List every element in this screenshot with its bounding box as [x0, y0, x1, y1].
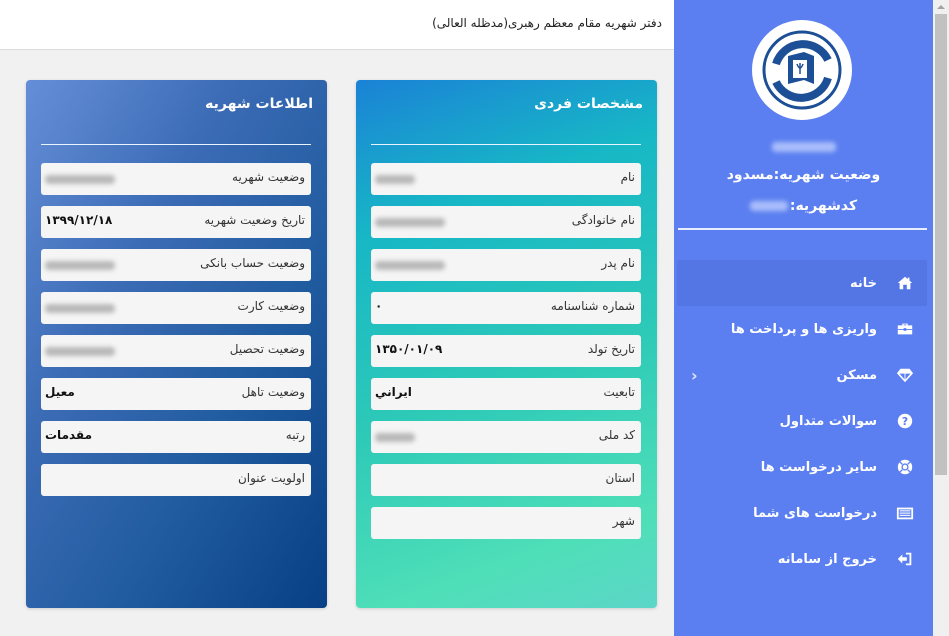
field-value-redacted [45, 175, 115, 184]
field-label: وضعیت حساب بانکی [200, 256, 305, 270]
info-field-row: تاریخ وضعیت شهریه ۱۳۹۹/۱۲/۱۸ [41, 206, 311, 238]
info-field-row: نام خانوادگی [371, 206, 641, 238]
sidebar-item-logout[interactable]: خروج از سامانه [677, 536, 927, 582]
sidebar: وضعیت شهریه:مسدود کدشهریه: خانه واریزی ه… [674, 0, 933, 636]
svg-text:?: ? [902, 415, 908, 428]
sidebar-nav: خانه واریزی ها و پرداخت ها مسکن ‹ ? سوال… [674, 260, 933, 582]
info-field-row: تابعیت ايراني [371, 378, 641, 410]
info-field-row: تاریخ تولد ۱۳۵۰/۰۱/۰۹ [371, 335, 641, 367]
field-value: ۱۳۵۰/۰۱/۰۹ [375, 342, 443, 356]
sidebar-item-label: سایر درخواست ها [760, 459, 877, 475]
field-label: نام خانوادگی [571, 213, 635, 227]
field-value-redacted [375, 218, 445, 227]
info-field-row: اولویت عنوان [41, 464, 311, 496]
home-icon [895, 273, 915, 293]
top-header: دفتر شهریه مقام معظم رهبری(مدظله العالی) [0, 0, 674, 50]
field-value: ۱۳۹۹/۱۲/۱۸ [45, 213, 113, 227]
field-value: ۰ [375, 299, 383, 313]
field-label: نام [620, 170, 635, 184]
sidebar-item-label: سوالات متداول [779, 413, 877, 429]
field-label: وضعیت شهریه [232, 170, 305, 184]
info-field-row: رتبه مقدمات [41, 421, 311, 453]
personal-fields-list: نام نام خانوادگی نام پدر شماره شناسنامه ۰ تار… [371, 163, 641, 550]
card-title: اطلاعات شهریه [205, 96, 313, 112]
scrollbar-thumb[interactable] [935, 14, 947, 475]
info-field-row: وضعیت حساب بانکی [41, 249, 311, 281]
sidebar-item-other-requests[interactable]: سایر درخواست ها [677, 444, 927, 490]
field-label: نام پدر [601, 256, 635, 270]
sidebar-item-home[interactable]: خانه [677, 260, 927, 306]
info-field-row: نام [371, 163, 641, 195]
field-label: وضعیت تحصیل [229, 342, 305, 356]
question-circle-icon: ? [895, 411, 915, 431]
diamond-icon [895, 365, 915, 385]
field-label: استان [605, 471, 635, 485]
info-field-row: کد ملی [371, 421, 641, 453]
sidebar-item-label: واریزی ها و پرداخت ها [730, 321, 877, 337]
user-name [674, 137, 933, 156]
field-label: وضعیت تاهل [241, 385, 305, 399]
sign-out-icon [895, 549, 915, 569]
field-label: شهر [612, 514, 635, 528]
info-field-row: استان [371, 464, 641, 496]
field-label: شماره شناسنامه [550, 299, 635, 313]
info-field-row: وضعیت کارت [41, 292, 311, 324]
user-name-blurred [771, 142, 836, 152]
info-field-row: نام پدر [371, 249, 641, 281]
vertical-scrollbar[interactable] [933, 0, 949, 636]
field-label: تاریخ وضعیت شهریه [204, 213, 305, 227]
field-label: رتبه [285, 428, 305, 442]
card-title: مشخصات فردی [534, 96, 643, 112]
divider [41, 144, 311, 145]
personal-info-card: مشخصات فردی نام نام خانوادگی نام پدر شماره … [356, 80, 657, 608]
org-logo [752, 20, 852, 120]
info-field-row: وضعیت شهریه [41, 163, 311, 195]
field-label: وضعیت کارت [237, 299, 305, 313]
list-icon [895, 503, 915, 523]
tuition-code-value-blurred [749, 201, 788, 211]
sidebar-item-label: خروج از سامانه [777, 551, 877, 567]
field-value-redacted [45, 347, 115, 356]
info-field-row: وضعیت تحصیل [41, 335, 311, 367]
info-field-row: شهر [371, 507, 641, 539]
logo-emblem-icon [762, 30, 842, 110]
tuition-code-line: کدشهریه: [674, 198, 933, 214]
sidebar-item-label: درخواست های شما [753, 505, 877, 521]
scroll-up-arrow-icon[interactable] [933, 0, 949, 13]
divider [371, 144, 641, 145]
sidebar-item-your-requests[interactable]: درخواست های شما [677, 490, 927, 536]
field-value-redacted [45, 304, 115, 313]
tuition-code-label: کدشهریه: [789, 198, 858, 214]
tuition-fields-list: وضعیت شهریه تاریخ وضعیت شهریه ۱۳۹۹/۱۲/۱۸ وض… [41, 163, 311, 507]
field-value-redacted [45, 261, 115, 270]
field-label: اولویت عنوان [237, 471, 305, 485]
sidebar-divider [678, 228, 927, 230]
field-value: معیل [45, 385, 75, 399]
sidebar-item-housing[interactable]: مسکن ‹ [677, 352, 927, 398]
sidebar-item-label: خانه [849, 275, 877, 291]
field-label: تاریخ تولد [587, 342, 635, 356]
field-value-redacted [375, 175, 415, 184]
sidebar-item-faq[interactable]: ? سوالات متداول [677, 398, 927, 444]
sidebar-item-payments[interactable]: واریزی ها و پرداخت ها [677, 306, 927, 352]
field-label: تابعیت [603, 385, 635, 399]
tuition-status-line: وضعیت شهریه:مسدود [726, 167, 881, 183]
info-field-row: شماره شناسنامه ۰ [371, 292, 641, 324]
field-value: مقدمات [45, 428, 92, 442]
field-value-redacted [375, 261, 445, 270]
briefcase-icon [895, 319, 915, 339]
chevron-left-icon[interactable]: ‹ [691, 366, 698, 385]
field-value: ايراني [375, 385, 412, 399]
field-value-redacted [375, 433, 415, 442]
sidebar-item-label: مسکن [836, 367, 877, 383]
field-label: کد ملی [598, 428, 635, 442]
page-title: دفتر شهریه مقام معظم رهبری(مدظله العالی) [432, 16, 662, 30]
tuition-info-card: اطلاعات شهریه وضعیت شهریه تاریخ وضعیت شهر… [26, 80, 327, 608]
life-ring-icon [895, 457, 915, 477]
info-field-row: وضعیت تاهل معیل [41, 378, 311, 410]
